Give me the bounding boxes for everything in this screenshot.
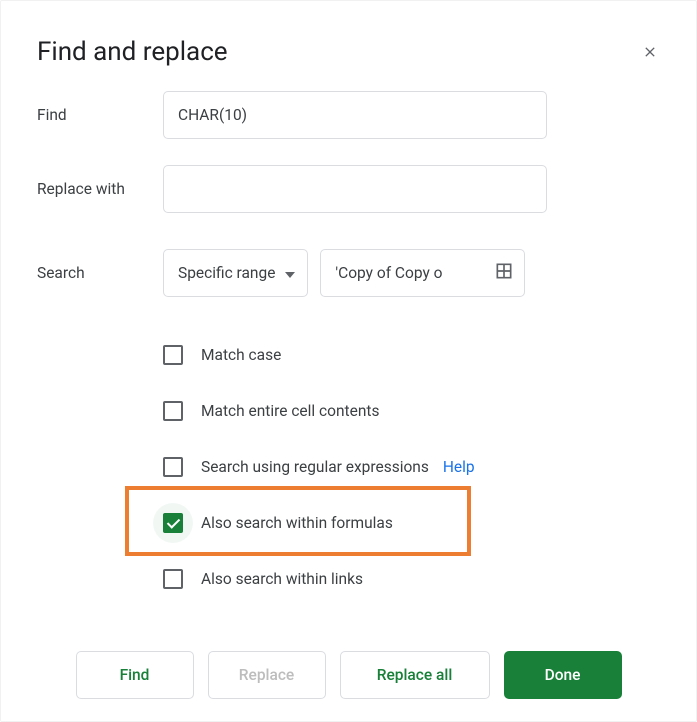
range-input-box[interactable]: 'Copy of Copy o (320, 249, 525, 297)
checkbox-regex[interactable] (163, 457, 183, 477)
close-button[interactable] (636, 38, 664, 66)
option-search-formulas: Also search within formulas (163, 495, 660, 551)
option-label: Match case (201, 346, 281, 364)
checkbox-search-links[interactable] (163, 569, 183, 589)
dialog-header: Find and replace (1, 1, 696, 91)
replace-label: Replace with (37, 180, 163, 198)
regex-help-link[interactable]: Help (443, 458, 475, 476)
find-input[interactable] (163, 91, 547, 139)
find-button[interactable]: Find (76, 651, 194, 699)
select-range-icon[interactable] (494, 261, 514, 285)
checkbox-match-entire[interactable] (163, 401, 183, 421)
range-value: 'Copy of Copy o (335, 264, 475, 282)
dialog-body: Find Replace with Search Specific range … (1, 91, 696, 607)
search-row: Search Specific range 'Copy of Copy o (37, 249, 660, 297)
search-label: Search (37, 264, 163, 282)
replace-input[interactable] (163, 165, 547, 213)
checkbox-match-case[interactable] (163, 345, 183, 365)
find-row: Find (37, 91, 660, 139)
replace-button: Replace (208, 651, 326, 699)
find-label: Find (37, 106, 163, 124)
option-label: Match entire cell contents (201, 402, 379, 420)
replace-all-button[interactable]: Replace all (340, 651, 490, 699)
done-button[interactable]: Done (504, 651, 622, 699)
dialog-title: Find and replace (37, 37, 228, 67)
search-scope-value: Specific range (178, 264, 275, 282)
option-match-entire: Match entire cell contents (163, 383, 660, 439)
option-label: Also search within formulas (201, 514, 393, 532)
checkbox-search-formulas[interactable] (163, 513, 183, 533)
option-match-case: Match case (163, 327, 660, 383)
search-scope-dropdown[interactable]: Specific range (163, 249, 308, 297)
option-label: Also search within links (201, 570, 363, 588)
option-search-links: Also search within links (163, 551, 660, 607)
replace-row: Replace with (37, 165, 660, 213)
find-replace-dialog: Find and replace Find Replace with Searc… (0, 0, 697, 722)
option-label: Search using regular expressions (201, 458, 429, 476)
option-regex: Search using regular expressions Help (163, 439, 660, 495)
close-icon (642, 44, 658, 60)
options-group: Match case Match entire cell contents Se… (163, 327, 660, 607)
dialog-footer: Find Replace Replace all Done (1, 651, 696, 699)
chevron-down-icon (285, 264, 295, 282)
